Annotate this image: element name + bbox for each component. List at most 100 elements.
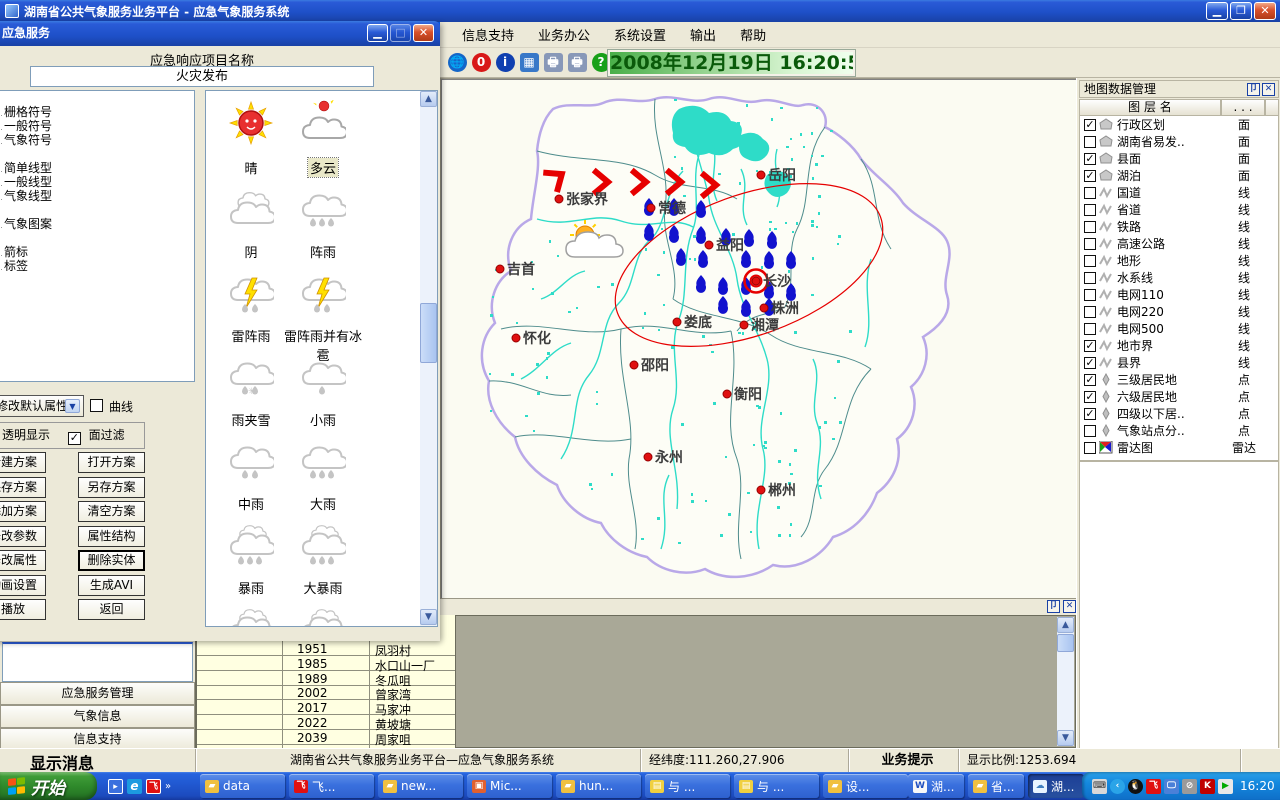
taskbar-task-9[interactable]: W湖... <box>908 774 964 798</box>
column-layer-name[interactable]: 图 层 名 <box>1079 99 1221 116</box>
button-修改参数[interactable]: 修改参数 <box>0 526 46 547</box>
layer-checkbox[interactable]: ✓ <box>1084 408 1096 420</box>
restore-button[interactable]: ❐ <box>1230 2 1252 20</box>
taskbar-task-8[interactable]: ▰设... <box>823 774 908 798</box>
taskbar-task-6[interactable]: ▤与 ... <box>645 774 730 798</box>
internet-explorer-icon[interactable]: e <box>127 779 142 794</box>
weather-symbol-extra[interactable] <box>278 604 368 626</box>
toolbar-printer-icon[interactable]: 🖶 <box>542 52 564 74</box>
weather-symbol-小雨[interactable]: 小雨 <box>278 352 368 429</box>
dialog-titlebar[interactable]: 应急服务 ▁ □ ✕ <box>0 21 440 46</box>
layer-checkbox[interactable]: ✓ <box>1084 170 1096 182</box>
media-player-icon[interactable]: ▸ <box>108 779 123 794</box>
tree-leaf-一般符号[interactable]: 一般符号 <box>0 119 194 133</box>
layer-checkbox[interactable] <box>1084 272 1096 284</box>
weather-symbol-大暴雨[interactable]: 大暴雨 <box>278 520 368 597</box>
layer-checkbox[interactable] <box>1084 289 1096 301</box>
layer-row-气象站点分..[interactable]: 气象站点分..点 <box>1080 422 1278 439</box>
layer-checkbox[interactable] <box>1084 187 1096 199</box>
nav-button-气象信息[interactable]: 气象信息 <box>0 705 195 728</box>
pin-icon[interactable]: 卩 <box>1047 600 1060 613</box>
chevron-more-icon[interactable]: » <box>165 781 171 792</box>
default-attr-dropdown[interactable]: 修改默认属性 ▼ <box>0 395 84 417</box>
msn-icon[interactable]: ‹ <box>1110 779 1125 794</box>
button-新建方案[interactable]: 新建方案 <box>0 452 46 473</box>
taskbar-task-5[interactable]: ▰hun... <box>556 774 641 798</box>
button-删除实体[interactable]: 删除实体 <box>78 550 145 571</box>
weather-symbol-雷阵雨并有冰雹[interactable]: 雷阵雨并有冰雹 <box>278 268 368 364</box>
project-name-input[interactable]: 火灾发布 <box>30 66 374 87</box>
layer-row-湖泊[interactable]: ✓湖泊面 <box>1080 167 1278 184</box>
button-保存方案[interactable]: 保存方案 <box>0 477 46 498</box>
layer-checkbox[interactable] <box>1084 306 1096 318</box>
button-修改属性[interactable]: 修改属性 <box>0 550 46 571</box>
tree-leaf-箭标[interactable]: 箭标 <box>0 245 194 259</box>
detail-scrollbar[interactable]: ▲ ▼ <box>1057 617 1074 746</box>
taskbar-task-7[interactable]: ▤与 ... <box>734 774 819 798</box>
close-button[interactable]: ✕ <box>1254 2 1276 20</box>
station-row[interactable]: 2002曾家湾 <box>197 685 455 700</box>
scroll-up-icon[interactable]: ▲ <box>420 91 437 107</box>
layer-row-国道[interactable]: 国道线 <box>1080 184 1278 201</box>
clock[interactable]: 16:20 <box>1240 779 1275 793</box>
menu-item-系统设置[interactable]: 系统设置 <box>604 22 676 47</box>
close-icon[interactable]: ✕ <box>413 24 434 42</box>
layer-row-省道[interactable]: 省道线 <box>1080 201 1278 218</box>
button-添加方案[interactable]: 添加方案 <box>0 501 46 522</box>
button-返回[interactable]: 返回 <box>78 599 145 620</box>
mute-icon[interactable]: ⊘ <box>1182 779 1197 794</box>
layer-checkbox[interactable] <box>1084 255 1096 267</box>
station-row[interactable]: 1951凤羽村 <box>197 641 455 656</box>
tree-leaf-栅格符号[interactable]: 栅格符号 <box>0 105 194 119</box>
pin-icon[interactable]: 卩 <box>1247 83 1260 96</box>
menu-item-信息支持[interactable]: 信息支持 <box>452 22 524 47</box>
scroll-thumb[interactable] <box>1057 634 1074 652</box>
qq-penguin-icon[interactable]: 🐧 <box>1128 779 1143 794</box>
scroll-down-icon[interactable]: ▼ <box>420 609 437 625</box>
column-type[interactable]: . . . <box>1221 99 1265 116</box>
menu-item-业务办公[interactable]: 业务办公 <box>528 22 600 47</box>
layer-checkbox[interactable] <box>1084 221 1096 233</box>
layer-row-水系线[interactable]: 水系线线 <box>1080 269 1278 286</box>
close-panel-icon[interactable]: ✕ <box>1063 600 1076 613</box>
feiq-tray-icon[interactable]: 飞 <box>1146 779 1161 794</box>
minimize-icon[interactable]: ▁ <box>367 24 388 42</box>
layer-row-雷达图[interactable]: 雷达图雷达 <box>1080 439 1278 456</box>
taskbar-task-11[interactable]: ☁湖... <box>1028 774 1084 798</box>
layer-checkbox[interactable]: ✓ <box>1084 153 1096 165</box>
tree-node-图案[interactable]: 图案 <box>0 203 194 217</box>
layer-checkbox[interactable]: ✓ <box>1084 357 1096 369</box>
tree-node-线型[interactable]: 线型 <box>0 147 194 161</box>
station-row[interactable]: 2039周家咀 <box>197 730 455 745</box>
tree-node-其他[interactable]: 其他 <box>0 231 194 245</box>
taskbar-task-1[interactable]: ▰data <box>200 774 285 798</box>
start-button[interactable]: 开始 <box>0 772 97 800</box>
tree-leaf-气象符号[interactable]: 气象符号 <box>0 133 194 147</box>
tree-leaf-气象线型[interactable]: 气象线型 <box>0 189 194 203</box>
toolbar-printer-icon[interactable]: 🖶 <box>566 52 588 74</box>
chevron-down-icon[interactable]: ▼ <box>65 399 80 413</box>
layer-checkbox[interactable] <box>1084 323 1096 335</box>
weather-scrollbar[interactable]: ▲ ▼ <box>420 91 437 626</box>
station-row[interactable]: 2017马家冲 <box>197 700 455 715</box>
tree-leaf-一般线型[interactable]: 一般线型 <box>0 175 194 189</box>
station-row[interactable]: 1985水口山一厂 <box>197 656 455 671</box>
weather-symbol-多云[interactable]: 多云 <box>278 100 368 177</box>
layer-row-四级以下居..[interactable]: ✓四级以下居..点 <box>1080 405 1278 422</box>
taskbar-task-10[interactable]: ▰省... <box>968 774 1024 798</box>
minimize-button[interactable]: ▁ <box>1206 2 1228 20</box>
taskbar-task-4[interactable]: ▣Mic... <box>467 774 552 798</box>
layer-row-高速公路[interactable]: 高速公路线 <box>1080 235 1278 252</box>
layer-checkbox[interactable] <box>1084 442 1096 454</box>
station-row[interactable]: 2022黄坡塘 <box>197 715 455 730</box>
layer-checkbox[interactable]: ✓ <box>1084 391 1096 403</box>
weather-symbol-阵雨[interactable]: 阵雨 <box>278 184 368 261</box>
layer-row-湖南省易发..[interactable]: 湖南省易发..面 <box>1080 133 1278 150</box>
toolbar-info-icon[interactable]: i <box>494 52 516 74</box>
layer-row-铁路[interactable]: 铁路线 <box>1080 218 1278 235</box>
tree-leaf-简单线型[interactable]: 简单线型 <box>0 161 194 175</box>
layer-row-电网220[interactable]: 电网220线 <box>1080 303 1278 320</box>
layer-row-电网110[interactable]: 电网110线 <box>1080 286 1278 303</box>
button-生成AVI[interactable]: 生成AVI <box>78 575 145 596</box>
tree-leaf-气象图案[interactable]: 气象图案 <box>0 217 194 231</box>
